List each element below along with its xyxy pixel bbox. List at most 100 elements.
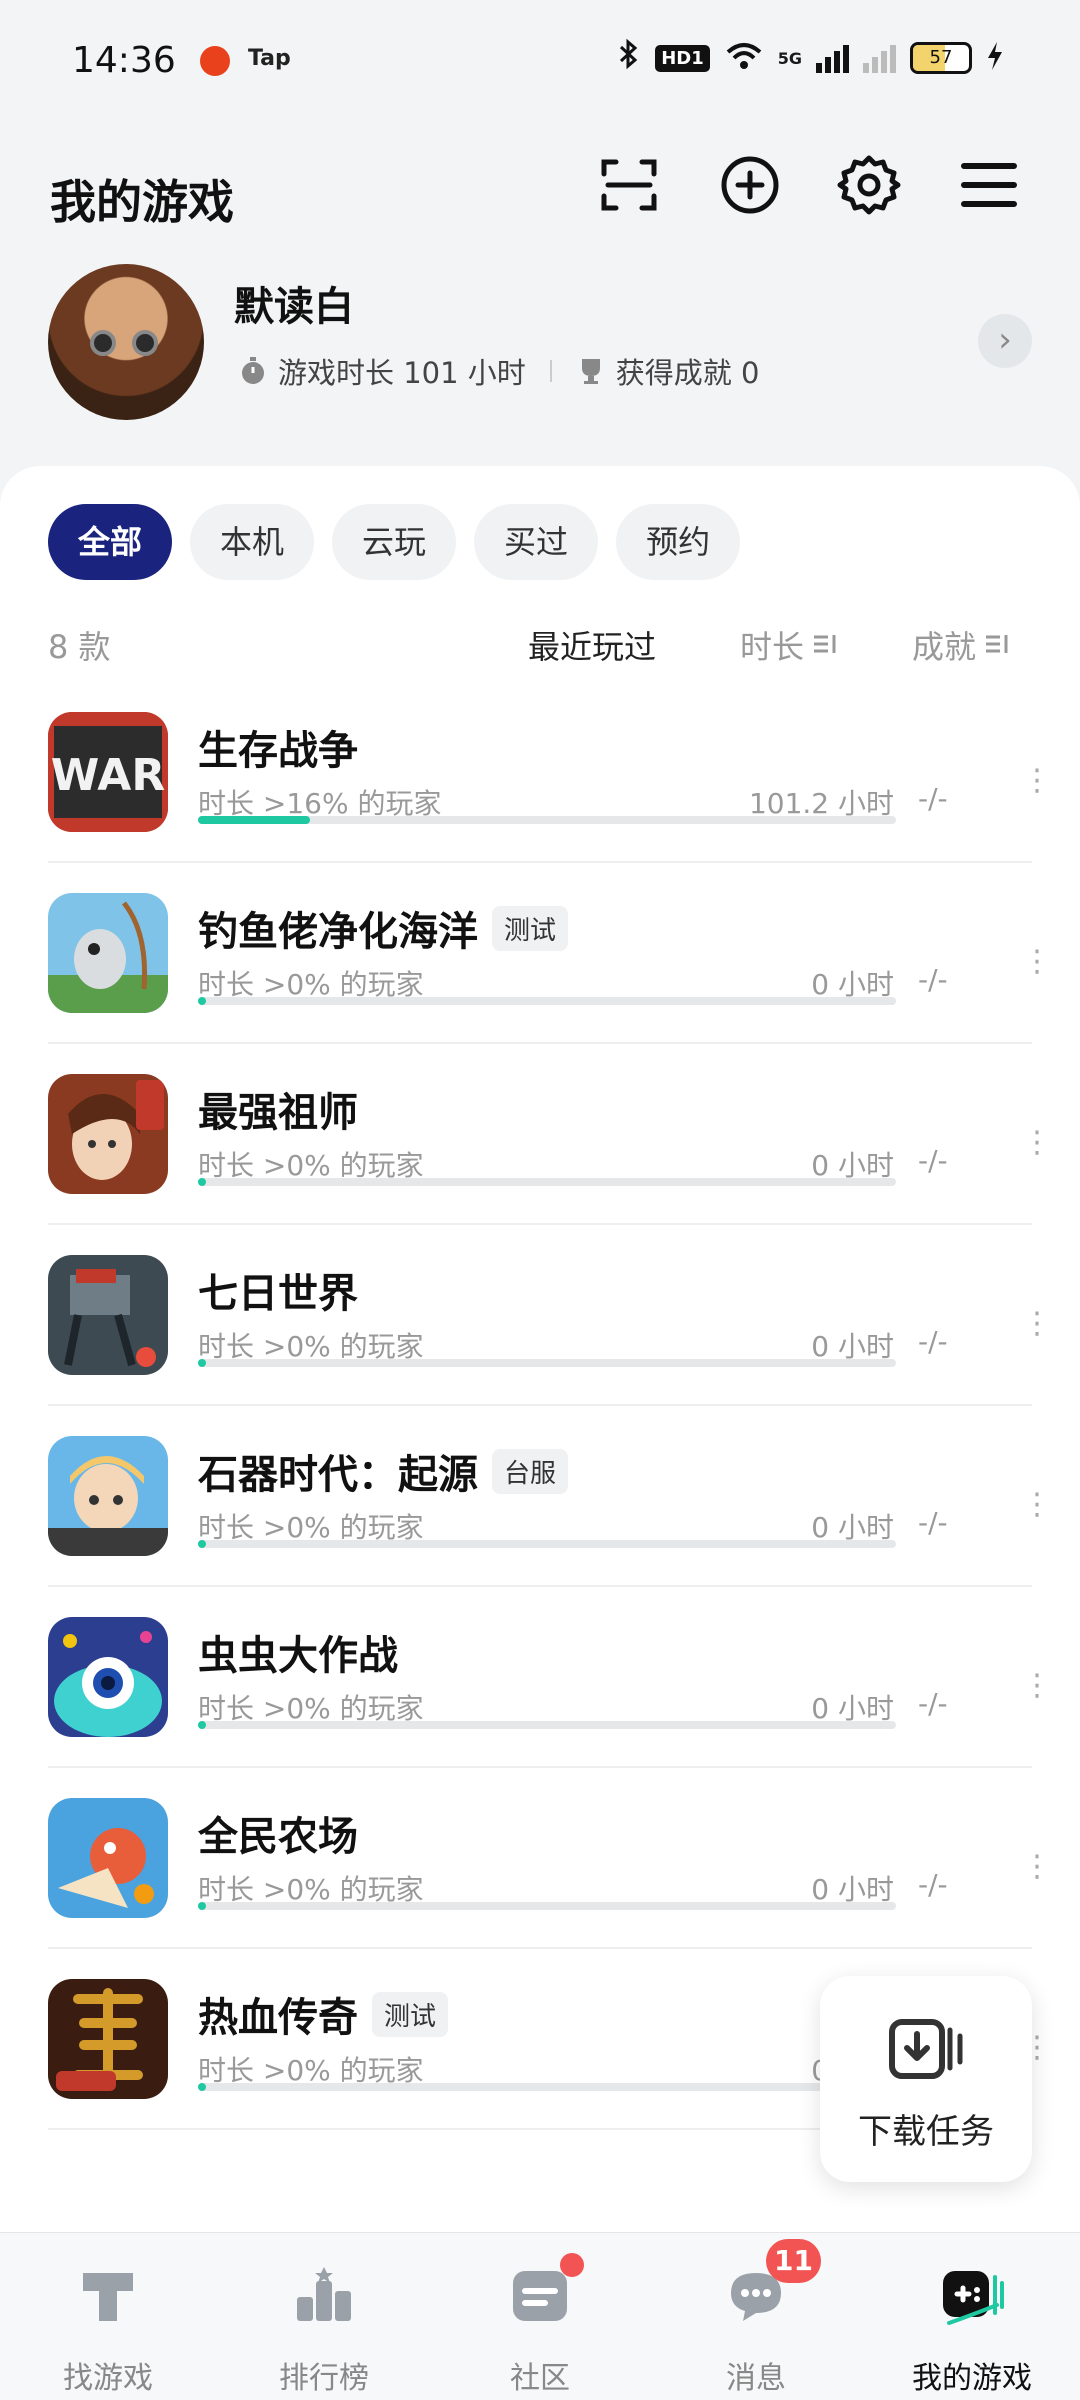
game-title: 虫虫大作战 xyxy=(198,1623,398,1681)
progress-fill xyxy=(198,816,310,824)
battery-level: 57 xyxy=(929,47,953,68)
game-title: 全民农场 xyxy=(198,1804,358,1862)
nav-label: 我的游戏 xyxy=(912,2361,1032,2396)
sort-recent[interactable]: 最近玩过 xyxy=(528,622,656,668)
more-options-icon[interactable]: ⋮ xyxy=(1022,1852,1052,1882)
game-row[interactable]: 全民农场 时长 >0% 的玩家 0 小时 -/- ⋮ xyxy=(48,1768,1052,1949)
filter-reserved[interactable]: 预约 xyxy=(616,504,741,580)
profile-stats: 游戏时长 101 小时 获得成就 0 xyxy=(238,350,759,392)
game-row[interactable]: WAR 生存战争 时长 >16% 的玩家 101.2 小时 -/- ⋮ xyxy=(48,682,1052,863)
nav-messages[interactable]: 11 消息 xyxy=(648,2233,864,2400)
avatar-eye-right xyxy=(132,330,158,356)
network-type-label: 5G xyxy=(777,48,802,68)
username[interactable]: 默读白 xyxy=(234,274,354,332)
progress-fill xyxy=(198,997,206,1005)
nav-community[interactable]: 社区 xyxy=(432,2233,648,2400)
game-name: 虫虫大作战 xyxy=(198,1633,398,1679)
avatar[interactable] xyxy=(48,264,204,420)
menu-icon[interactable] xyxy=(956,152,1022,218)
more-options-icon[interactable]: ⋮ xyxy=(1022,766,1052,796)
nav-label: 社区 xyxy=(510,2361,570,2396)
status-indicators: HD1 5G 57 xyxy=(617,38,1004,78)
game-icon[interactable] xyxy=(48,893,168,1013)
filter-purchased[interactable]: 买过 xyxy=(474,504,599,580)
game-name: 热血传奇 xyxy=(198,1995,358,2041)
playtime-progress-bar xyxy=(198,816,896,824)
achievement-text: 获得成就 0 xyxy=(615,356,760,390)
svg-text:WAR: WAR xyxy=(51,750,166,801)
nav-my-games[interactable]: 我的游戏 xyxy=(864,2233,1080,2400)
game-icon[interactable] xyxy=(48,1979,168,2099)
page-title: 我的游戏 xyxy=(50,175,234,229)
trophy-icon xyxy=(576,356,606,386)
signal-strength-icon xyxy=(816,43,849,73)
progress-fill xyxy=(198,1540,206,1548)
nav-find-game[interactable]: 找游戏 xyxy=(0,2233,216,2400)
game-row[interactable]: 石器时代：起源台服 时长 >0% 的玩家 0 小时 -/- ⋮ xyxy=(48,1406,1052,1587)
progress-fill xyxy=(198,1359,206,1367)
game-achievement: -/- xyxy=(918,963,948,996)
progress-fill xyxy=(198,2083,206,2091)
game-row[interactable]: 最强祖师 时长 >0% 的玩家 0 小时 -/- ⋮ xyxy=(48,1044,1052,1225)
notification-dot xyxy=(560,2253,584,2277)
ranking-icon xyxy=(291,2263,357,2329)
game-icon[interactable] xyxy=(48,1617,168,1737)
playtime-text: 游戏时长 101 小时 xyxy=(278,356,526,390)
game-achievement: -/- xyxy=(918,782,948,815)
game-icon[interactable] xyxy=(48,1074,168,1194)
scan-icon[interactable] xyxy=(596,152,662,218)
sort-achievement-label: 成就 xyxy=(912,628,977,666)
add-circle-icon[interactable] xyxy=(717,152,783,218)
sort-order-icon xyxy=(812,626,838,664)
game-title: 热血传奇 测试 xyxy=(198,1985,449,2043)
nav-label: 消息 xyxy=(726,2361,786,2396)
game-count: 8 款 xyxy=(48,628,111,666)
more-options-icon[interactable]: ⋮ xyxy=(1022,1309,1052,1339)
more-options-icon[interactable]: ⋮ xyxy=(1022,1671,1052,1701)
game-icon[interactable] xyxy=(48,1436,168,1556)
game-name: 石器时代：起源 xyxy=(198,1452,478,1498)
game-icon[interactable]: WAR xyxy=(48,712,168,832)
playtime-progress-bar xyxy=(198,1359,896,1367)
progress-fill xyxy=(198,1721,206,1729)
settings-gear-icon[interactable] xyxy=(836,152,902,218)
game-name: 钓鱼佬净化海洋 xyxy=(198,909,478,955)
game-title: 生存战争 xyxy=(198,718,358,776)
filter-all[interactable]: 全部 xyxy=(48,504,173,580)
playtime-progress-bar xyxy=(198,1540,896,1548)
game-tag: 测试 xyxy=(372,1991,449,2037)
game-tag: 台服 xyxy=(492,1448,569,1494)
game-name: 最强祖师 xyxy=(198,1090,358,1136)
game-achievement: -/- xyxy=(918,1144,948,1177)
app-notification-icon xyxy=(200,46,230,76)
progress-fill xyxy=(198,1178,206,1186)
filter-cloud[interactable]: 云玩 xyxy=(332,504,457,580)
avatar-eye-left xyxy=(90,330,116,356)
download-icon xyxy=(888,2016,964,2082)
nav-ranking[interactable]: 排行榜 xyxy=(216,2233,432,2400)
game-row[interactable]: 虫虫大作战 时长 >0% 的玩家 0 小时 -/- ⋮ xyxy=(48,1587,1052,1768)
sort-achievement[interactable]: 成就 xyxy=(912,622,1010,668)
game-icon[interactable] xyxy=(48,1798,168,1918)
playtime-progress-bar xyxy=(198,1178,896,1186)
game-name: 七日世界 xyxy=(198,1271,358,1317)
game-row[interactable]: 钓鱼佬净化海洋测试 时长 >0% 的玩家 0 小时 -/- ⋮ xyxy=(48,863,1052,1044)
tap-notification-icon: Tap xyxy=(248,46,291,71)
playtime-progress-bar xyxy=(198,997,896,1005)
hd-voice-icon: HD1 xyxy=(655,44,710,72)
my-games-icon xyxy=(939,2263,1005,2329)
game-row[interactable]: 七日世界 时长 >0% 的玩家 0 小时 -/- ⋮ xyxy=(48,1225,1052,1406)
game-icon[interactable] xyxy=(48,1255,168,1375)
more-options-icon[interactable]: ⋮ xyxy=(1022,1128,1052,1158)
game-title: 最强祖师 xyxy=(198,1080,358,1138)
download-task-button[interactable]: 下载任务 xyxy=(820,1976,1032,2182)
playtime-progress-bar xyxy=(198,2083,896,2091)
filter-tabs: 全部 本机 云玩 买过 预约 xyxy=(48,504,741,580)
playtime-progress-bar xyxy=(198,1902,896,1910)
filter-local[interactable]: 本机 xyxy=(190,504,315,580)
sort-duration[interactable]: 时长 xyxy=(740,622,838,668)
profile-chevron-right-icon[interactable]: › xyxy=(978,314,1032,368)
sort-order-icon xyxy=(984,626,1010,664)
more-options-icon[interactable]: ⋮ xyxy=(1022,1490,1052,1520)
more-options-icon[interactable]: ⋮ xyxy=(1022,947,1052,977)
